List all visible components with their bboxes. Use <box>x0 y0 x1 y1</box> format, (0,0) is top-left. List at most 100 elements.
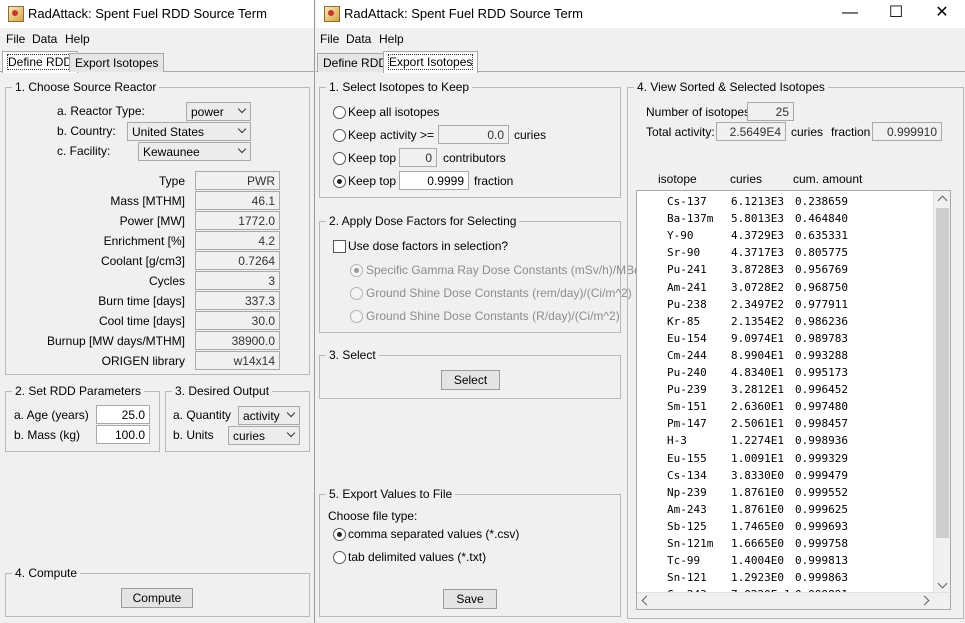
tab-strip: Define RDD Export Isotopes <box>0 51 314 73</box>
units-select[interactable]: curies <box>228 426 300 445</box>
isotope-row[interactable]: Y-90 4.3729E3 0.635331 <box>637 229 934 246</box>
isotope-row[interactable]: Sb-125 1.7465E0 0.999693 <box>637 520 934 537</box>
compute-button[interactable]: Compute <box>121 588 193 608</box>
isotope-curies: 1.0091E1 <box>731 451 784 465</box>
isotope-row[interactable]: Cm-244 8.9904E1 0.993288 <box>637 349 934 366</box>
isotope-cum-amount: 0.999552 <box>795 485 848 499</box>
property-label: Coolant [g/cm3] <box>100 254 185 268</box>
keep-top-label: Keep top <box>348 151 397 165</box>
isotope-row[interactable]: Eu-155 1.0091E1 0.999329 <box>637 452 934 469</box>
isotope-row[interactable]: Kr-85 2.1354E2 0.986236 <box>637 315 934 332</box>
top-contributors-input[interactable]: 0 <box>399 148 437 167</box>
total-activity-label: Total activity: <box>646 125 715 139</box>
scroll-thumb[interactable] <box>936 208 949 538</box>
gamma-dose-radio[interactable] <box>350 264 363 277</box>
csv-label: comma separated values (*.csv) <box>348 527 520 541</box>
reactor-type-select[interactable]: power <box>186 102 251 121</box>
vertical-scrollbar[interactable] <box>933 191 950 593</box>
save-button[interactable]: Save <box>443 589 497 609</box>
isotope-row[interactable]: Pu-238 2.3497E2 0.977911 <box>637 298 934 315</box>
menu-file[interactable]: File <box>320 32 339 46</box>
minimize-button[interactable]: — <box>827 0 873 28</box>
isotope-count-label: Number of isotopes: <box>646 105 754 119</box>
isotope-cum-amount: 0.464840 <box>795 212 848 226</box>
isotope-row[interactable]: Sm-151 2.6360E1 0.997480 <box>637 400 934 417</box>
isotope-name: Pu-240 <box>667 366 707 379</box>
isotope-name: Pu-241 <box>667 263 707 277</box>
scroll-up-icon[interactable] <box>937 195 948 206</box>
isotope-row[interactable]: Sn-121m 1.6665E0 0.999758 <box>637 537 934 554</box>
isotope-row[interactable]: Pu-241 3.8728E3 0.956769 <box>637 263 934 280</box>
isotope-row[interactable]: Ba-137m 5.8013E3 0.464840 <box>637 212 934 229</box>
isotope-row[interactable]: Sn-121 1.2923E0 0.999863 <box>637 571 934 588</box>
activity-unit-label: curies <box>514 128 547 142</box>
isotope-row[interactable]: Sr-90 4.3717E3 0.805775 <box>637 246 934 263</box>
isotope-row[interactable]: Am-241 3.0728E2 0.968750 <box>637 281 934 298</box>
isotope-name: Am-243 <box>667 502 707 516</box>
scroll-left-icon[interactable] <box>641 595 652 606</box>
tab-define-rdd[interactable]: Define RDD <box>2 51 79 73</box>
ground-shine-rem-radio[interactable] <box>350 287 363 300</box>
tab-export-isotopes[interactable]: Export Isotopes <box>69 53 165 72</box>
isotope-row[interactable]: Pm-147 2.5061E1 0.998457 <box>637 417 934 434</box>
app-icon <box>324 6 340 22</box>
csv-radio[interactable] <box>333 528 346 541</box>
facility-select[interactable]: Kewaunee <box>138 142 251 161</box>
isotope-row[interactable]: Cs-137 6.1213E3 0.238659 <box>637 195 934 212</box>
menu-file[interactable]: File <box>6 32 25 46</box>
isotope-cum-amount: 0.995173 <box>795 366 848 379</box>
top-fraction-input[interactable]: 0.9999 <box>399 171 469 190</box>
isotope-curies: 5.8013E3 <box>731 212 784 226</box>
use-dose-factors-checkbox[interactable] <box>333 240 346 253</box>
isotope-row[interactable]: Pu-240 4.8340E1 0.995173 <box>637 366 934 383</box>
country-select[interactable]: United States <box>127 122 251 141</box>
txt-radio[interactable] <box>333 551 346 564</box>
ground-shine-r-radio[interactable] <box>350 310 363 323</box>
activity-threshold-input[interactable]: 0.0 <box>438 125 509 144</box>
scroll-down-icon[interactable] <box>937 578 948 589</box>
tab-define-rdd[interactable]: Define RDD <box>317 53 394 72</box>
property-value: 1772.0 <box>195 211 280 230</box>
left-title-bar: RadAttack: Spent Fuel RDD Source Term <box>0 0 314 28</box>
close-button[interactable]: ✕ <box>919 0 965 28</box>
isotope-row[interactable]: Pu-239 3.2812E1 0.996452 <box>637 383 934 400</box>
maximize-button[interactable]: ☐ <box>873 0 919 28</box>
mass-input[interactable]: 100.0 <box>96 425 150 444</box>
quantity-select[interactable]: activity <box>238 406 300 425</box>
tab-export-isotopes[interactable]: Export Isotopes <box>383 51 479 73</box>
fraction-field: 0.999910 <box>872 122 942 141</box>
keep-all-radio[interactable] <box>333 106 346 119</box>
isotope-cum-amount: 0.805775 <box>795 246 848 260</box>
horizontal-scrollbar[interactable] <box>637 592 950 609</box>
menu-help[interactable]: Help <box>65 32 90 46</box>
isotope-name: Cs-137 <box>667 195 707 208</box>
keep-activity-radio[interactable] <box>333 129 346 142</box>
isotope-row[interactable]: Np-239 1.8761E0 0.999552 <box>637 486 934 503</box>
select-button[interactable]: Select <box>441 370 500 390</box>
isotope-cum-amount: 0.997480 <box>795 400 848 414</box>
isotope-cum-amount: 0.977911 <box>795 297 848 311</box>
property-value: 3 <box>195 271 280 290</box>
isotope-row[interactable]: Tc-99 1.4004E0 0.999813 <box>637 554 934 571</box>
isotope-list[interactable]: Cs-137 6.1213E3 0.238659 Ba-137m 5.8013E3 0.4… <box>636 190 951 610</box>
menu-data[interactable]: Data <box>346 32 371 46</box>
menu-data[interactable]: Data <box>32 32 57 46</box>
property-label: Enrichment [%] <box>103 234 185 248</box>
isotope-row[interactable]: Eu-154 9.0974E1 0.989783 <box>637 332 934 349</box>
isotope-row[interactable]: H-3 1.2274E1 0.998936 <box>637 434 934 451</box>
age-input[interactable]: 25.0 <box>96 405 150 424</box>
isotope-count-field: 25 <box>747 102 794 121</box>
keep-top-contributors-radio[interactable] <box>333 152 346 165</box>
property-label: Type <box>158 174 185 188</box>
isotope-cum-amount: 0.998936 <box>795 434 848 448</box>
tab-label: Export Isotopes <box>387 54 474 70</box>
menu-help[interactable]: Help <box>379 32 404 46</box>
keep-top-fraction-radio[interactable] <box>333 175 346 188</box>
scroll-right-icon[interactable] <box>919 595 930 606</box>
isotope-cum-amount: 0.989783 <box>795 331 848 345</box>
contributors-unit-label: contributors <box>443 151 506 165</box>
isotope-row[interactable]: Cs-134 3.8330E0 0.999479 <box>637 469 934 486</box>
chevron-down-icon <box>237 104 247 114</box>
isotope-row[interactable]: Am-243 1.8761E0 0.999625 <box>637 503 934 520</box>
property-value: 4.2 <box>195 231 280 250</box>
